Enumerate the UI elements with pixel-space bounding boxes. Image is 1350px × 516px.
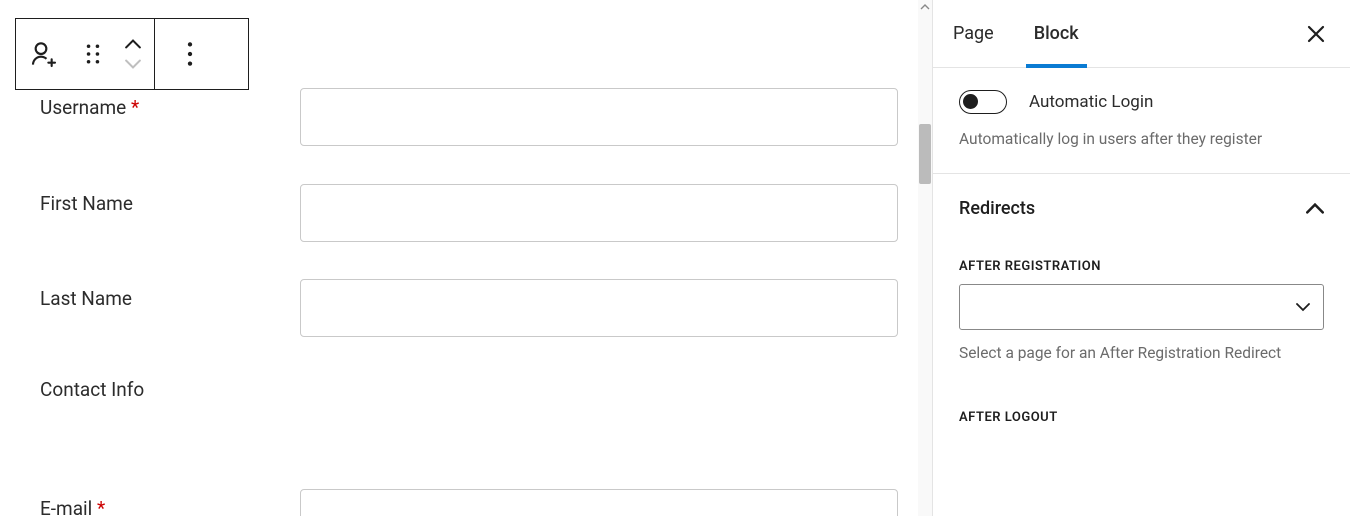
- required-indicator: *: [131, 96, 139, 119]
- drag-handle[interactable]: [74, 19, 112, 89]
- username-input[interactable]: [300, 88, 898, 146]
- auto-login-panel: Automatic Login Automatically log in use…: [933, 68, 1350, 174]
- more-vertical-icon: [187, 42, 193, 66]
- tab-page[interactable]: Page: [933, 0, 1014, 68]
- sidebar-tabs: Page Block: [933, 0, 1350, 68]
- after-registration-select[interactable]: [959, 284, 1324, 330]
- close-icon: [1306, 24, 1326, 44]
- field-label: Last Name: [40, 279, 300, 312]
- help-text: Select a page for an After Registration …: [959, 342, 1324, 365]
- redirects-header[interactable]: Redirects: [933, 174, 1350, 243]
- tab-block[interactable]: Block: [1014, 0, 1099, 68]
- field-row-firstname: First Name: [40, 184, 898, 242]
- field-row-email: E-mail *: [40, 489, 898, 516]
- more-options-button[interactable]: [154, 19, 224, 89]
- editor-canvas: Username * First Name Last Name Contact …: [0, 0, 918, 516]
- firstname-input[interactable]: [300, 184, 898, 242]
- move-down-button[interactable]: [125, 59, 141, 69]
- toggle-label: Automatic Login: [1029, 92, 1153, 112]
- email-input[interactable]: [300, 489, 898, 516]
- field-label-after-registration: AFTER REGISTRATION: [959, 259, 1324, 274]
- required-indicator: *: [97, 497, 105, 516]
- help-text: Automatically log in users after they re…: [959, 128, 1324, 151]
- field-label: First Name: [40, 184, 300, 217]
- scrollbar-thumb[interactable]: [919, 124, 931, 184]
- section-heading: Contact Info: [40, 378, 144, 401]
- block-type-button[interactable]: [16, 19, 74, 89]
- section-title: Redirects: [959, 198, 1035, 219]
- auto-login-toggle[interactable]: [959, 90, 1007, 114]
- close-sidebar-button[interactable]: [1306, 24, 1326, 44]
- toggle-knob: [963, 94, 978, 109]
- block-toolbar: [15, 18, 249, 90]
- field-label-after-logout: AFTER LOGOUT: [959, 410, 1324, 425]
- field-label: E-mail *: [40, 489, 300, 516]
- scroll-up-icon: [920, 2, 930, 12]
- editor-scrollbar[interactable]: [918, 0, 932, 516]
- field-label: Username *: [40, 88, 300, 121]
- redirects-body: AFTER REGISTRATION Select a page for an …: [933, 259, 1350, 458]
- settings-sidebar: Page Block Automatic Login Automatically…: [932, 0, 1350, 516]
- field-row-username: Username *: [40, 88, 898, 146]
- lastname-input[interactable]: [300, 279, 898, 337]
- chevron-up-icon: [1306, 203, 1324, 214]
- add-user-icon: [29, 38, 61, 70]
- move-up-button[interactable]: [125, 39, 141, 49]
- field-row-lastname: Last Name: [40, 279, 898, 337]
- drag-dots-icon: [84, 44, 102, 64]
